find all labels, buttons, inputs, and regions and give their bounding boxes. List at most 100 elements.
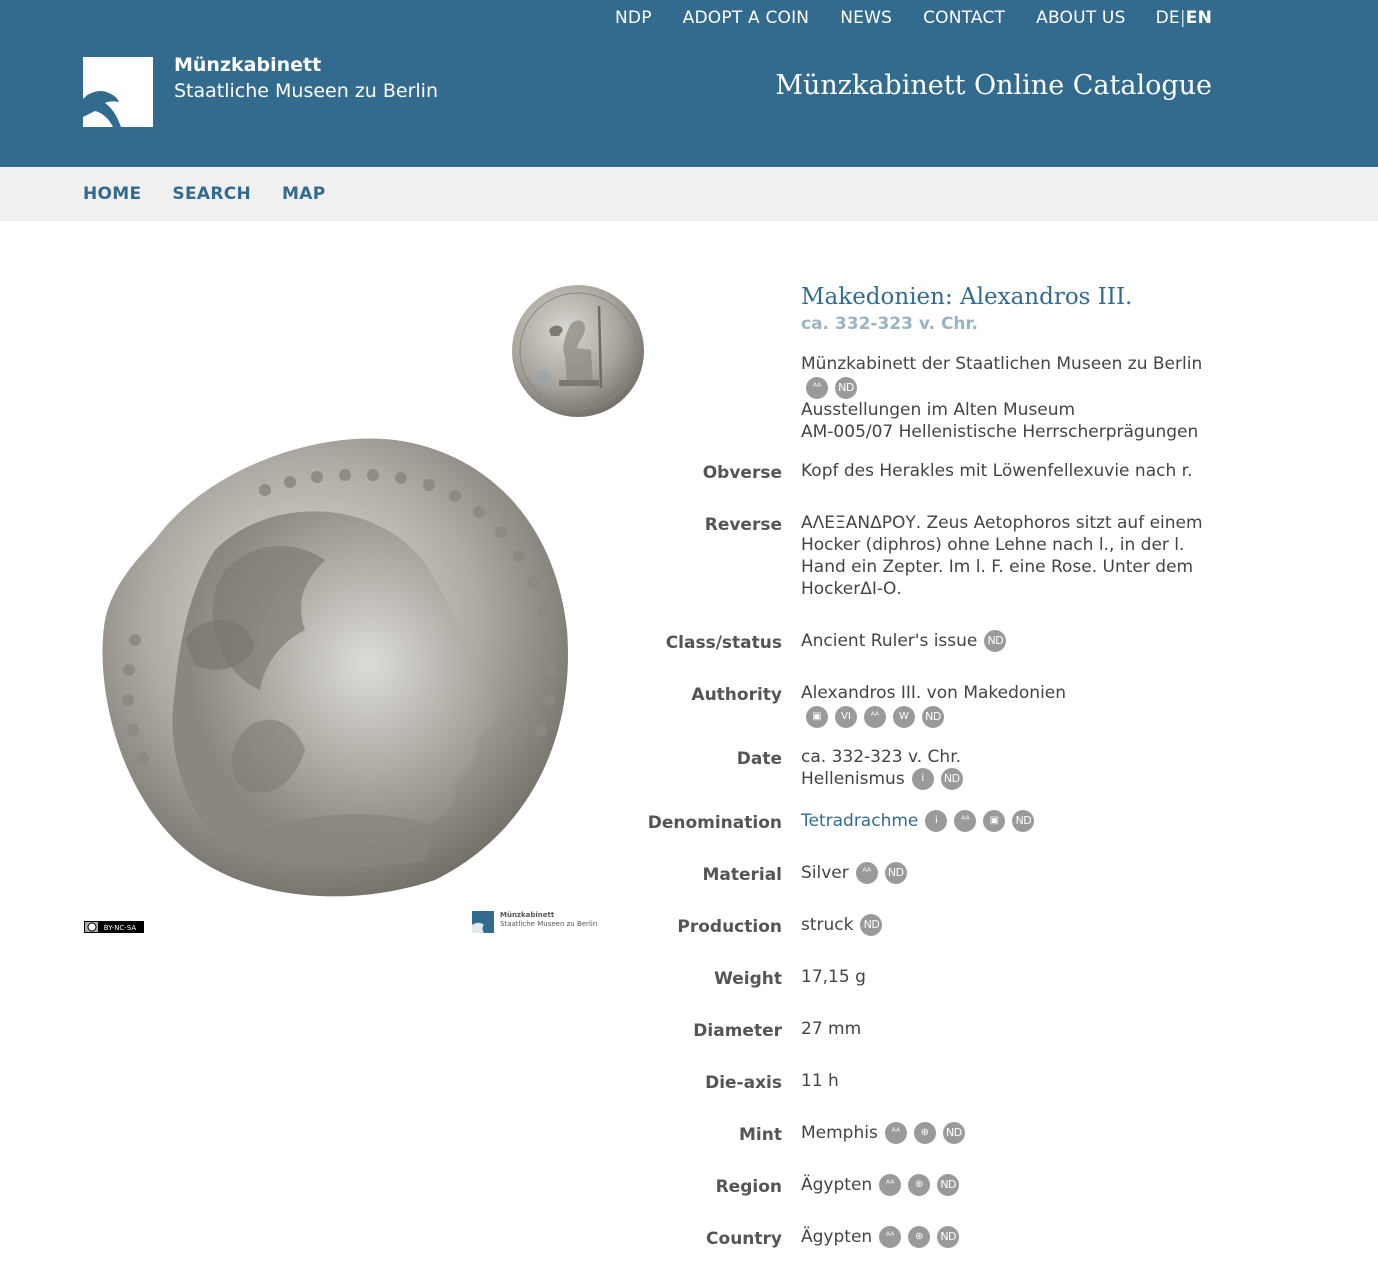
top-nav: NDP ADOPT A COIN NEWS CONTACT ABOUT US D… [584, 8, 1212, 28]
info-icon[interactable]: i [925, 810, 948, 832]
info-icon[interactable]: i [911, 768, 934, 790]
museum-logo-icon[interactable] [83, 57, 153, 127]
nd-icon[interactable]: ND [1012, 810, 1035, 832]
nd-icon[interactable]: ND [942, 1122, 965, 1144]
class-status-value-wrap: Ancient Ruler's issue ND [801, 630, 1211, 652]
site-header: NDP ADOPT A COIN NEWS CONTACT ABOUT US D… [0, 0, 1378, 167]
country-label: Country [706, 1229, 782, 1249]
mini-museum-logo-icon [472, 911, 494, 933]
class-status-label: Class/status [665, 633, 782, 653]
catalogue-title: Münzkabinett Online Catalogue [775, 70, 1212, 101]
die-axis-value: 11 h [801, 1071, 839, 1091]
nd-icon[interactable]: ND [922, 706, 944, 728]
main-nav: HOME SEARCH MAP [0, 167, 1378, 221]
logo-title: Münzkabinett [174, 54, 322, 76]
material-value: Silver [801, 863, 849, 883]
mint-value: Memphis [801, 1123, 878, 1143]
nav-home[interactable]: HOME [83, 184, 141, 204]
class-status-value: Ancient Ruler's issue [801, 631, 978, 651]
nav-search[interactable]: SEARCH [172, 184, 251, 204]
authority-icon[interactable]: ᴬᴬ [879, 1226, 902, 1248]
date-value-wrap: ca. 332-323 v. Chr. Hellenismus i ND [801, 746, 1211, 790]
viaf-icon[interactable]: VI [835, 706, 857, 728]
collection-line-3: AM-005/07 Hellenistische Herrscherprägun… [801, 422, 1199, 442]
nav-ndp[interactable]: NDP [615, 8, 652, 28]
coin-header: Makedonien: Alexandros III. ca. 332-323 … [801, 283, 1221, 443]
material-value-wrap: Silver ᴬᴬ ND [801, 862, 1211, 884]
nav-about-us[interactable]: ABOUT US [1036, 8, 1125, 28]
nd-icon[interactable]: ND [940, 768, 963, 790]
region-value: Ägypten [801, 1175, 873, 1195]
collection-info: Münzkabinett der Staatlichen Museen zu B… [801, 353, 1221, 443]
nd-icon[interactable]: ND [835, 377, 857, 399]
authority-value-wrap: Alexandros III. von Makedonien ▣ VI ᴬᴬ W ND [801, 682, 1211, 728]
mini-logo-title: Münzkabinett [500, 911, 555, 919]
lang-de-link[interactable]: DE [1156, 8, 1180, 28]
period-line: Hellenismus i ND [801, 768, 1211, 790]
reverse-label: Reverse [704, 515, 782, 535]
diameter-label: Diameter [693, 1021, 782, 1041]
coin-date: ca. 332-323 v. Chr. [801, 314, 978, 334]
license-label: BY-NC-SA [104, 924, 137, 932]
diameter-value: 27 mm [801, 1019, 862, 1039]
production-value-wrap: struck ND [801, 914, 1211, 936]
reverse-value: ΑΛΕΞΑΝΔΡΟΥ. Zeus Aetophoros sitzt auf ei… [801, 513, 1203, 599]
cc-license-icon[interactable]: BY-NC-SA [84, 921, 144, 933]
authority-value: Alexandros III. von Makedonien [801, 683, 1067, 703]
denomination-link[interactable]: Tetradrachme [801, 811, 918, 831]
authority-icon[interactable]: ᴬᴬ [879, 1174, 902, 1196]
region-label: Region [715, 1177, 782, 1197]
globe-icon[interactable]: ⊕ [908, 1174, 931, 1196]
mint-value-wrap: Memphis ᴬᴬ ⊕ ND [801, 1122, 1211, 1144]
gnd-icon[interactable]: ▣ [806, 706, 828, 728]
production-label: Production [677, 917, 782, 937]
period-value: Hellenismus [801, 769, 905, 789]
mini-logo-subtitle: Staatliche Museen zu Berlin [500, 920, 598, 928]
globe-icon[interactable]: ⊕ [908, 1226, 931, 1248]
collection-icons: ᴬᴬ ND [799, 377, 1221, 399]
obverse-value: Kopf des Herakles mit Löwenfellexuvie na… [801, 461, 1193, 481]
mint-label: Mint [739, 1125, 782, 1145]
logo-subtitle: Staatliche Museen zu Berlin [174, 80, 439, 102]
language-switcher: DE | EN [1156, 8, 1212, 28]
nav-contact[interactable]: CONTACT [923, 8, 1005, 28]
authority-icon[interactable]: ᴬᴬ [954, 810, 977, 832]
coin-obverse-image[interactable] [95, 430, 571, 900]
wikipedia-icon[interactable]: W [893, 706, 915, 728]
country-value: Ägypten [801, 1227, 873, 1247]
authority-icon[interactable]: ᴬᴬ [884, 1122, 907, 1144]
coin-reverse-image[interactable] [511, 284, 645, 418]
nd-icon[interactable]: ND [860, 914, 883, 936]
gnd-icon[interactable]: ▣ [983, 810, 1006, 832]
nd-icon[interactable]: ND [937, 1174, 960, 1196]
denomination-label: Denomination [647, 813, 782, 833]
material-label: Material [702, 865, 782, 885]
authority-icon[interactable]: ᴬᴬ [806, 377, 828, 399]
authority-icon[interactable]: ᴬᴬ [864, 706, 886, 728]
authority-icons: ▣ VI ᴬᴬ W ND [799, 706, 1211, 728]
lang-en-link[interactable]: EN [1186, 8, 1212, 28]
authority-icon[interactable]: ᴬᴬ [855, 862, 878, 884]
region-value-wrap: Ägypten ᴬᴬ ⊕ ND [801, 1174, 1211, 1196]
weight-value: 17,15 g [801, 967, 866, 987]
nd-icon[interactable]: ND [984, 630, 1007, 652]
authority-label: Authority [691, 685, 782, 705]
date-label: Date [736, 749, 782, 769]
production-value: struck [801, 915, 854, 935]
weight-label: Weight [714, 969, 782, 989]
denomination-value-wrap: Tetradrachme i ᴬᴬ ▣ ND [801, 810, 1211, 832]
nav-news[interactable]: NEWS [840, 8, 892, 28]
coin-title: Makedonien: Alexandros III. [801, 284, 1133, 310]
nd-icon[interactable]: ND [884, 862, 907, 884]
obverse-label: Obverse [702, 463, 782, 483]
country-value-wrap: Ägypten ᴬᴬ ⊕ ND [801, 1226, 1211, 1248]
globe-icon[interactable]: ⊕ [913, 1122, 936, 1144]
logo-text[interactable]: Münzkabinett Staatliche Museen zu Berlin [174, 53, 438, 105]
die-axis-label: Die-axis [705, 1073, 782, 1093]
collection-line-2: Ausstellungen im Alten Museum [801, 400, 1076, 420]
nd-icon[interactable]: ND [937, 1226, 960, 1248]
date-value: ca. 332-323 v. Chr. [801, 747, 962, 767]
nav-adopt-a-coin[interactable]: ADOPT A COIN [683, 8, 810, 28]
nav-map[interactable]: MAP [282, 184, 325, 204]
collection-line-1: Münzkabinett der Staatlichen Museen zu B… [801, 354, 1203, 374]
